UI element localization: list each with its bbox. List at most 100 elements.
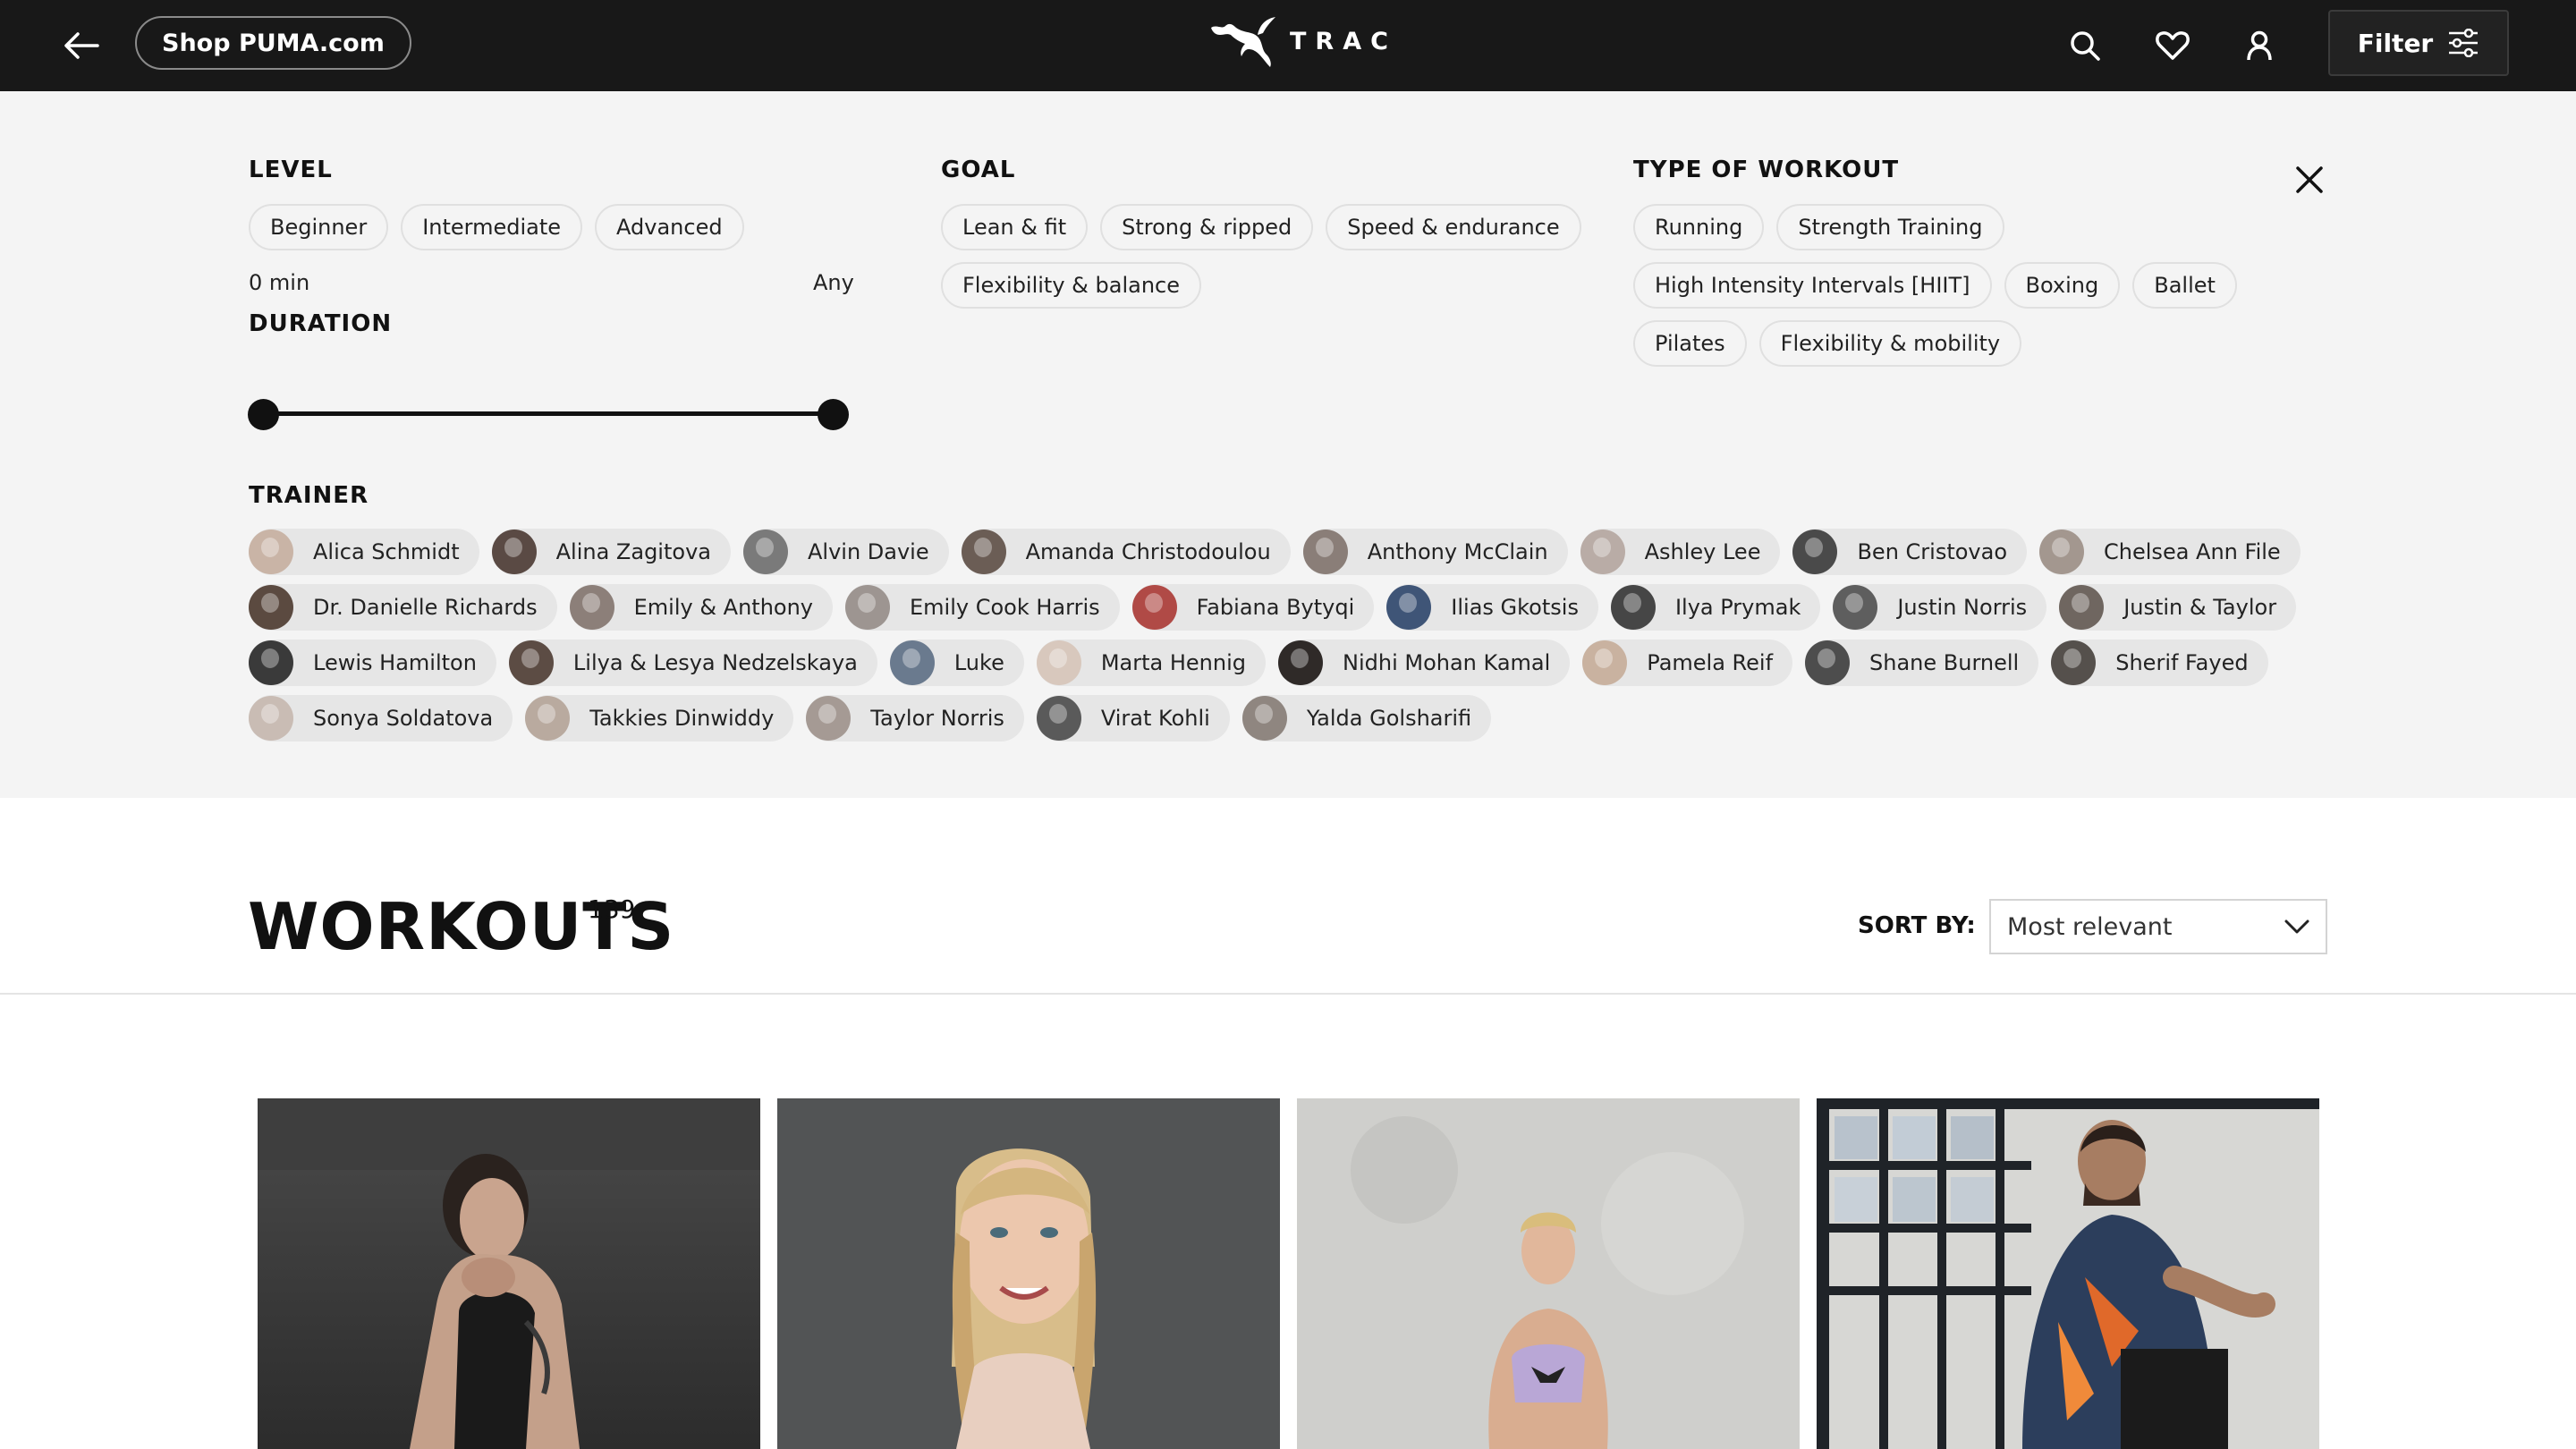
trainer-chip[interactable]: Sonya Soldatova [249,695,513,741]
trainer-chip[interactable]: Virat Kohli [1036,695,1230,741]
puma-trac-logo[interactable]: TRAC [1208,13,1397,70]
type-chip-strength-training[interactable]: Strength Training [1776,204,2004,250]
trainer-chip[interactable]: Shane Burnell [1805,640,2039,686]
trainer-row-4: Sonya Soldatova Takkies Dinwiddy Taylor … [249,695,1492,741]
trainer-chip[interactable]: Emily Cook Harris [845,584,1120,631]
avatar [569,585,614,630]
trainer-chip[interactable]: Emily & Anthony [569,584,834,631]
chevron-down-icon [2284,919,2309,934]
type-chip-ballet[interactable]: Ballet [2132,262,2237,309]
trainer-chip[interactable]: Ilya Prymak [1610,584,1821,631]
type-chip-pilates[interactable]: Pilates [1633,320,1747,367]
avatar [249,696,293,741]
avatar [961,530,1006,574]
trainer-chip[interactable]: Takkies Dinwiddy [525,695,794,741]
user-icon [2247,30,2272,61]
favorites-button[interactable] [2147,20,2199,72]
avatar [1278,640,1323,685]
workout-card[interactable] [1297,1098,1800,1449]
avatar [2039,530,2085,574]
trainer-chip[interactable]: Ben Cristovao [1792,529,2028,575]
type-chip-boxing[interactable]: Boxing [2004,262,2121,309]
goal-chip-lean-fit[interactable]: Lean & fit [941,204,1089,250]
filter-button[interactable]: Filter [2328,10,2509,76]
trainer-name: Anthony McClain [1367,539,1548,564]
trainer-chip[interactable]: Taylor Norris [806,695,1024,741]
trainer-row-1: Alica Schmidt Alina Zagitova Alvin Davie… [249,529,2301,575]
level-chip-advanced[interactable]: Advanced [595,204,744,250]
level-title: LEVEL [249,157,333,183]
trainer-name: Yalda Golsharifi [1306,706,1472,731]
trainer-chip[interactable]: Pamela Reif [1582,640,1793,686]
workout-card[interactable] [777,1098,1280,1449]
avatar [1805,640,1851,685]
sort-dropdown[interactable]: Most relevant [1989,899,2327,954]
trainer-chip[interactable]: Yalda Golsharifi [1241,695,1492,741]
avatar [806,696,852,741]
goal-options-row-1: Lean & fit Strong & ripped Speed & endur… [941,204,1581,250]
duration-slider-track[interactable] [264,411,834,416]
trainer-chip[interactable]: Fabiana Bytyqi [1131,584,1375,631]
workout-card-image [258,1098,760,1449]
trainer-chip[interactable]: Dr. Danielle Richards [249,584,557,631]
level-chip-beginner[interactable]: Beginner [249,204,389,250]
account-button[interactable] [2233,20,2285,72]
trainer-name: Fabiana Bytyqi [1196,595,1355,620]
avatar [1582,640,1628,685]
trainer-chip[interactable]: Luke [889,640,1024,686]
type-chip-running[interactable]: Running [1633,204,1765,250]
trainer-chip[interactable]: Lilya & Lesya Nedzelskaya [508,640,877,686]
avatar [1241,696,1287,741]
trainer-chip[interactable]: Lewis Hamilton [249,640,496,686]
trainer-chip[interactable]: Marta Hennig [1036,640,1266,686]
trainer-name: Virat Kohli [1100,706,1210,731]
close-filter-button[interactable] [2284,155,2334,205]
trainer-chip[interactable]: Alica Schmidt [249,529,479,575]
duration-slider-min-handle[interactable] [248,399,279,430]
filter-panel: LEVEL Beginner Intermediate Advanced GOA… [0,91,2576,798]
trainer-chip[interactable]: Alvin Davie [742,529,949,575]
trainer-chip[interactable]: Alina Zagitova [491,529,731,575]
trainer-chip[interactable]: Amanda Christodoulou [961,529,1291,575]
trainer-name: Nidhi Mohan Kamal [1343,650,1551,675]
goal-chip-flexibility-balance[interactable]: Flexibility & balance [941,262,1201,309]
trainer-name: Justin & Taylor [2123,595,2277,620]
trainer-chip[interactable]: Chelsea Ann File [2039,529,2301,575]
trainer-name: Sonya Soldatova [313,706,494,731]
avatar [249,585,293,630]
search-button[interactable] [2059,20,2111,72]
sort-value: Most relevant [2007,912,2173,941]
trainer-chip[interactable]: Ilias Gkotsis [1386,584,1598,631]
shop-puma-button[interactable]: Shop PUMA.com [135,16,411,70]
avatar [1610,585,1656,630]
logo-text: TRAC [1290,27,1397,55]
type-chip-hiit[interactable]: High Intensity Intervals [HIIT] [1633,262,1992,309]
trainer-chip[interactable]: Anthony McClain [1302,529,1568,575]
trainer-chip[interactable]: Justin Norris [1833,584,2047,631]
trainer-chip[interactable]: Sherif Fayed [2051,640,2268,686]
trainer-chip[interactable]: Ashley Lee [1580,529,1781,575]
goal-chip-strong-ripped[interactable]: Strong & ripped [1100,204,1314,250]
trainer-row-3: Lewis Hamilton Lilya & Lesya Nedzelskaya… [249,640,2268,686]
goal-options-row-2: Flexibility & balance [941,262,1201,309]
trainer-chip[interactable]: Justin & Taylor [2059,584,2297,631]
workout-card[interactable] [258,1098,760,1449]
trainer-title: TRAINER [249,482,369,509]
back-button[interactable] [55,20,107,72]
trainer-name: Chelsea Ann File [2104,539,2281,564]
filter-label: Filter [2357,28,2434,58]
duration-slider-max-handle[interactable] [818,399,849,430]
avatar [1302,530,1348,574]
trainer-name: Emily & Anthony [633,595,814,620]
workout-card-image [1817,1098,2319,1449]
avatar [1580,530,1625,574]
avatar [2051,640,2097,685]
trainer-chip[interactable]: Nidhi Mohan Kamal [1278,640,1571,686]
sort-by-label: SORT BY: [1858,912,1976,939]
level-chip-intermediate[interactable]: Intermediate [401,204,583,250]
workout-card[interactable] [1817,1098,2319,1449]
section-divider [0,993,2576,995]
type-chip-flexibility-mobility[interactable]: Flexibility & mobility [1758,320,2022,367]
trainer-name: Emily Cook Harris [910,595,1100,620]
goal-chip-speed-endurance[interactable]: Speed & endurance [1326,204,1581,250]
